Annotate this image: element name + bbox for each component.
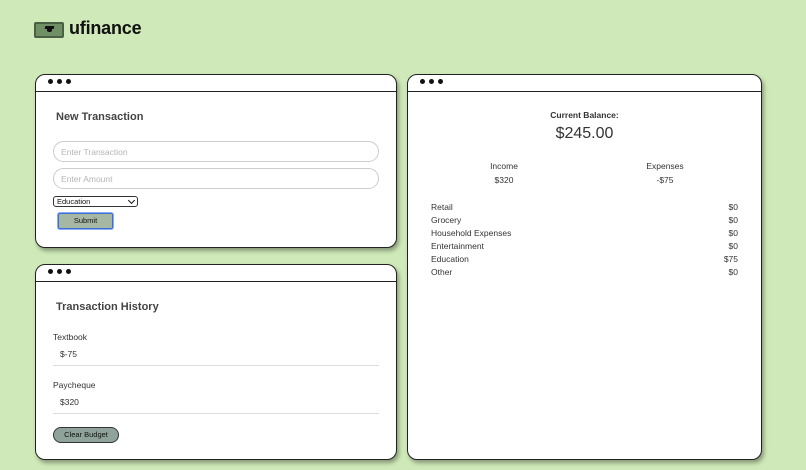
window-bar bbox=[408, 75, 761, 92]
category-breakdown-list: Retail $0 Grocery $0 Household Expenses … bbox=[431, 201, 738, 279]
category-name: Retail bbox=[431, 202, 453, 212]
category-amount: $0 bbox=[728, 267, 738, 277]
category-amount: $0 bbox=[728, 215, 738, 225]
expenses-summary: Expenses -$75 bbox=[625, 161, 705, 185]
window-bar bbox=[36, 75, 396, 92]
brand-name: ufinance bbox=[69, 18, 142, 38]
transaction-history-card: Transaction History Textbook $-75 Payche… bbox=[35, 264, 397, 460]
category-name: Education bbox=[431, 254, 469, 264]
category-amount: $0 bbox=[728, 241, 738, 251]
expenses-label: Expenses bbox=[646, 161, 684, 171]
submit-button[interactable]: Submit bbox=[58, 213, 113, 229]
category-select-value: Education bbox=[57, 197, 91, 206]
new-transaction-card: New Transaction Education Submit bbox=[35, 74, 397, 248]
chevron-down-icon bbox=[127, 196, 136, 205]
category-name: Grocery bbox=[431, 215, 462, 225]
current-balance-value: $245.00 bbox=[555, 125, 614, 142]
category-row: Retail $0 bbox=[431, 201, 738, 214]
history-item: Paycheque $320 bbox=[53, 380, 379, 414]
transaction-input[interactable] bbox=[53, 141, 379, 162]
transaction-history-title: Transaction History bbox=[56, 301, 159, 313]
category-row: Household Expenses $0 bbox=[431, 227, 738, 240]
category-amount: $75 bbox=[723, 254, 738, 264]
income-summary: Income $320 bbox=[464, 161, 544, 185]
category-name: Household Expenses bbox=[431, 228, 512, 238]
window-bar bbox=[36, 265, 396, 282]
history-item-amount: $320 bbox=[60, 397, 79, 407]
income-label: Income bbox=[490, 161, 518, 171]
divider bbox=[53, 413, 379, 414]
category-select[interactable]: Education bbox=[53, 196, 138, 207]
brand: ufinance bbox=[34, 18, 142, 39]
category-row: Other $0 bbox=[431, 266, 738, 279]
history-item-name: Textbook bbox=[53, 332, 88, 342]
history-item-amount: $-75 bbox=[60, 349, 78, 359]
history-item: Textbook $-75 bbox=[53, 332, 379, 366]
income-value: $320 bbox=[494, 175, 514, 185]
amount-input[interactable] bbox=[53, 168, 379, 189]
window-dots-icon bbox=[48, 79, 71, 84]
history-item-name: Paycheque bbox=[53, 380, 96, 390]
category-row: Entertainment $0 bbox=[431, 240, 738, 253]
graduation-cap-money-icon bbox=[34, 21, 64, 38]
category-row: Grocery $0 bbox=[431, 214, 738, 227]
window-dots-icon bbox=[420, 79, 443, 84]
current-balance-label: Current Balance: bbox=[550, 110, 619, 120]
window-dots-icon bbox=[48, 269, 71, 274]
balance-summary-card: Current Balance: $245.00 Income $320 Exp… bbox=[407, 74, 762, 460]
category-amount: $0 bbox=[728, 202, 738, 212]
category-amount: $0 bbox=[728, 228, 738, 238]
category-name: Other bbox=[431, 267, 453, 277]
category-name: Entertainment bbox=[431, 241, 484, 251]
expenses-value: -$75 bbox=[656, 175, 674, 185]
divider bbox=[53, 365, 379, 366]
clear-budget-button[interactable]: Clear Budget bbox=[53, 427, 119, 443]
category-row: Education $75 bbox=[431, 253, 738, 266]
new-transaction-title: New Transaction bbox=[56, 111, 144, 123]
